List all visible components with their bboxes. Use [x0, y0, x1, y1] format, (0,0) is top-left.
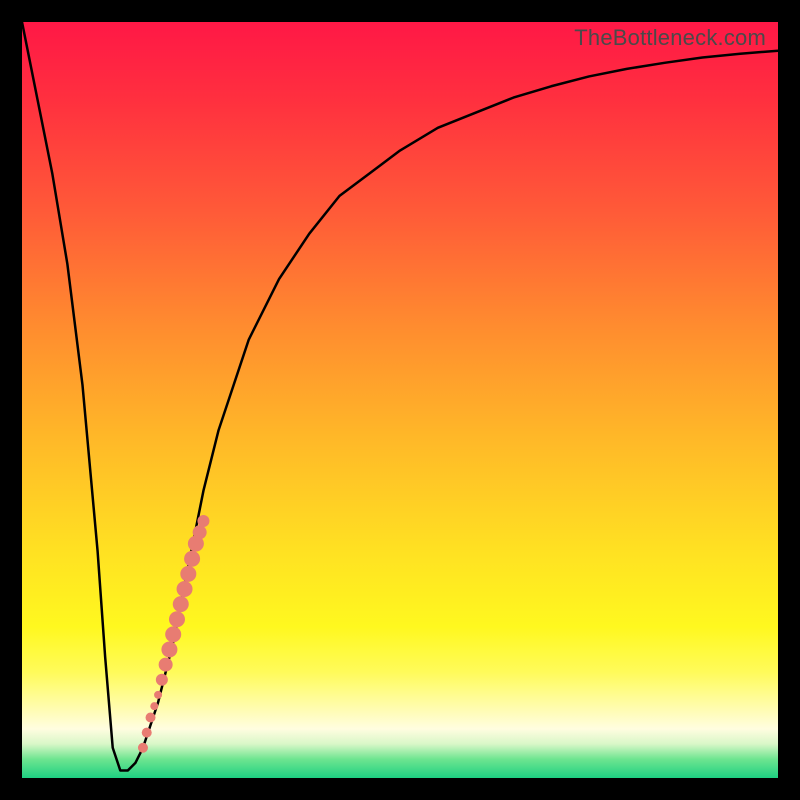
data-marker — [150, 702, 158, 710]
watermark-text: TheBottleneck.com — [574, 25, 766, 51]
data-marker — [169, 611, 185, 627]
data-marker — [184, 551, 200, 567]
data-marker — [156, 674, 168, 686]
data-marker — [154, 691, 162, 699]
data-marker — [173, 596, 189, 612]
plot-area: TheBottleneck.com — [22, 22, 778, 778]
data-marker — [177, 581, 193, 597]
data-marker — [159, 658, 173, 672]
chart-frame: TheBottleneck.com — [0, 0, 800, 800]
data-marker — [142, 728, 152, 738]
data-marker — [146, 713, 156, 723]
data-marker — [180, 566, 196, 582]
data-marker — [197, 515, 209, 527]
data-marker — [165, 626, 181, 642]
data-marker — [161, 641, 177, 657]
data-marker — [138, 743, 148, 753]
bottleneck-curve — [22, 22, 778, 770]
chart-svg — [22, 22, 778, 778]
data-marker — [193, 525, 207, 539]
